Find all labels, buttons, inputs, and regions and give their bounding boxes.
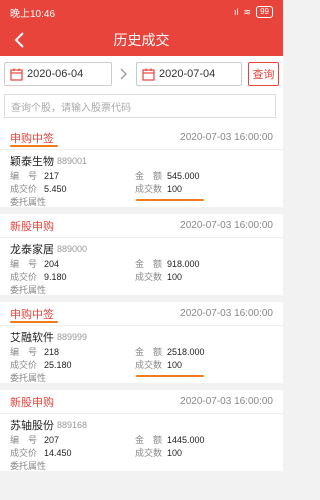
price-label: 成交价 xyxy=(10,360,38,370)
stock-code: 889168 xyxy=(57,420,88,430)
amount-label: 金 额 xyxy=(135,347,163,357)
stock-name: 苏轴股份 xyxy=(10,420,54,432)
trade-card[interactable]: 申购中签 2020-07-03 16:00:00 颖泰生物 889001 编 号 2… xyxy=(0,126,283,207)
trade-type: 新股申购 xyxy=(10,396,54,409)
page-title: 历史成交 xyxy=(113,32,170,48)
number-label: 编 号 xyxy=(10,171,38,181)
amount-value: 1445.000 xyxy=(167,434,205,445)
number-label: 编 号 xyxy=(10,435,38,445)
highlight-underline xyxy=(136,199,204,201)
stock-name: 龙泰家居 xyxy=(10,244,54,256)
number-label: 编 号 xyxy=(10,259,38,269)
trade-type: 新股申购 xyxy=(10,220,54,233)
trade-type: 申购中签 xyxy=(10,132,54,145)
number-value: 204 xyxy=(44,258,60,269)
attr-label: 委托属性 xyxy=(10,373,47,383)
price-label: 成交价 xyxy=(10,272,38,282)
end-date-value: 2020-07-04 xyxy=(159,68,216,80)
number-value: 207 xyxy=(44,434,60,445)
calendar-icon xyxy=(137,63,159,85)
card-header: 新股申购 2020-07-03 16:00:00 xyxy=(0,390,283,414)
search-input[interactable]: 查询个股，请输入股票代码 xyxy=(4,94,276,118)
number-value: 218 xyxy=(44,346,60,357)
trade-list: 申购中签 2020-07-03 16:00:00 颖泰生物 889001 编 号 2… xyxy=(0,126,283,478)
number-label: 编 号 xyxy=(10,347,38,357)
qty-value: 100 xyxy=(167,183,183,194)
signal-icon: ıl xyxy=(234,7,239,17)
price-value: 9.180 xyxy=(44,271,67,282)
price-value: 5.450 xyxy=(44,183,67,194)
trade-card[interactable]: 新股申购 2020-07-03 16:00:00 龙泰家居 889000 编 号 2… xyxy=(0,214,283,295)
query-button[interactable]: 查询 xyxy=(248,62,279,86)
qty-label: 成交数 xyxy=(135,448,163,458)
stock-code: 889000 xyxy=(57,244,88,254)
stock-name: 艾融软件 xyxy=(10,332,54,344)
chevron-right-icon xyxy=(118,67,130,81)
trade-time: 2020-07-03 16:00:00 xyxy=(180,396,273,407)
trade-time: 2020-07-03 16:00:00 xyxy=(180,132,273,143)
attr-label: 委托属性 xyxy=(10,197,47,207)
status-bar: 晚上10:46 ıl ≋ 99 xyxy=(0,0,283,24)
qty-label: 成交数 xyxy=(135,360,163,370)
calendar-icon xyxy=(5,63,27,85)
amount-label: 金 额 xyxy=(135,435,163,445)
card-header: 新股申购 2020-07-03 16:00:00 xyxy=(0,214,283,238)
back-button[interactable] xyxy=(10,30,30,50)
status-time: 晚上10:46 xyxy=(10,8,56,20)
attr-label: 委托属性 xyxy=(10,461,47,471)
title-bar: 历史成交 xyxy=(0,24,283,56)
status-icons: ıl ≋ 99 xyxy=(234,6,273,18)
start-date-picker[interactable]: 2020-06-04 xyxy=(4,62,112,86)
stock-code: 889001 xyxy=(57,156,88,166)
trade-time: 2020-07-03 16:00:00 xyxy=(180,220,273,231)
price-label: 成交价 xyxy=(10,448,38,458)
amount-label: 金 额 xyxy=(135,259,163,269)
highlight-underline xyxy=(10,145,58,147)
trade-type: 申购中签 xyxy=(10,308,54,321)
qty-label: 成交数 xyxy=(135,184,163,194)
stock-name: 颖泰生物 xyxy=(10,156,54,168)
amount-value: 2518.000 xyxy=(167,346,205,357)
attr-label: 委托属性 xyxy=(10,285,47,295)
highlight-underline xyxy=(136,375,204,377)
amount-value: 545.000 xyxy=(167,170,200,181)
chevron-left-icon xyxy=(14,32,24,48)
amount-value: 918.000 xyxy=(167,258,200,269)
qty-value: 100 xyxy=(167,447,183,458)
end-date-picker[interactable]: 2020-07-04 xyxy=(136,62,242,86)
price-value: 14.450 xyxy=(44,447,72,458)
qty-value: 100 xyxy=(167,271,183,282)
price-value: 25.180 xyxy=(44,359,72,370)
wifi-icon: ≋ xyxy=(243,6,252,17)
number-value: 217 xyxy=(44,170,60,181)
qty-label: 成交数 xyxy=(135,272,163,282)
filter-panel: 2020-06-04 2020-07-04 查询 查询个股，请输入股票代码 xyxy=(0,56,283,126)
battery-icon: 99 xyxy=(256,6,273,18)
qty-value: 100 xyxy=(167,359,183,370)
highlight-underline xyxy=(10,321,58,323)
trade-card[interactable]: 新股申购 2020-07-03 16:00:00 苏轴股份 889168 编 号 2… xyxy=(0,390,283,471)
stock-code: 889999 xyxy=(57,332,88,342)
amount-label: 金 额 xyxy=(135,171,163,181)
start-date-value: 2020-06-04 xyxy=(27,68,84,80)
trade-card[interactable]: 申购中签 2020-07-03 16:00:00 艾融软件 889999 编 号 2… xyxy=(0,302,283,383)
trade-time: 2020-07-03 16:00:00 xyxy=(180,308,273,319)
price-label: 成交价 xyxy=(10,184,38,194)
